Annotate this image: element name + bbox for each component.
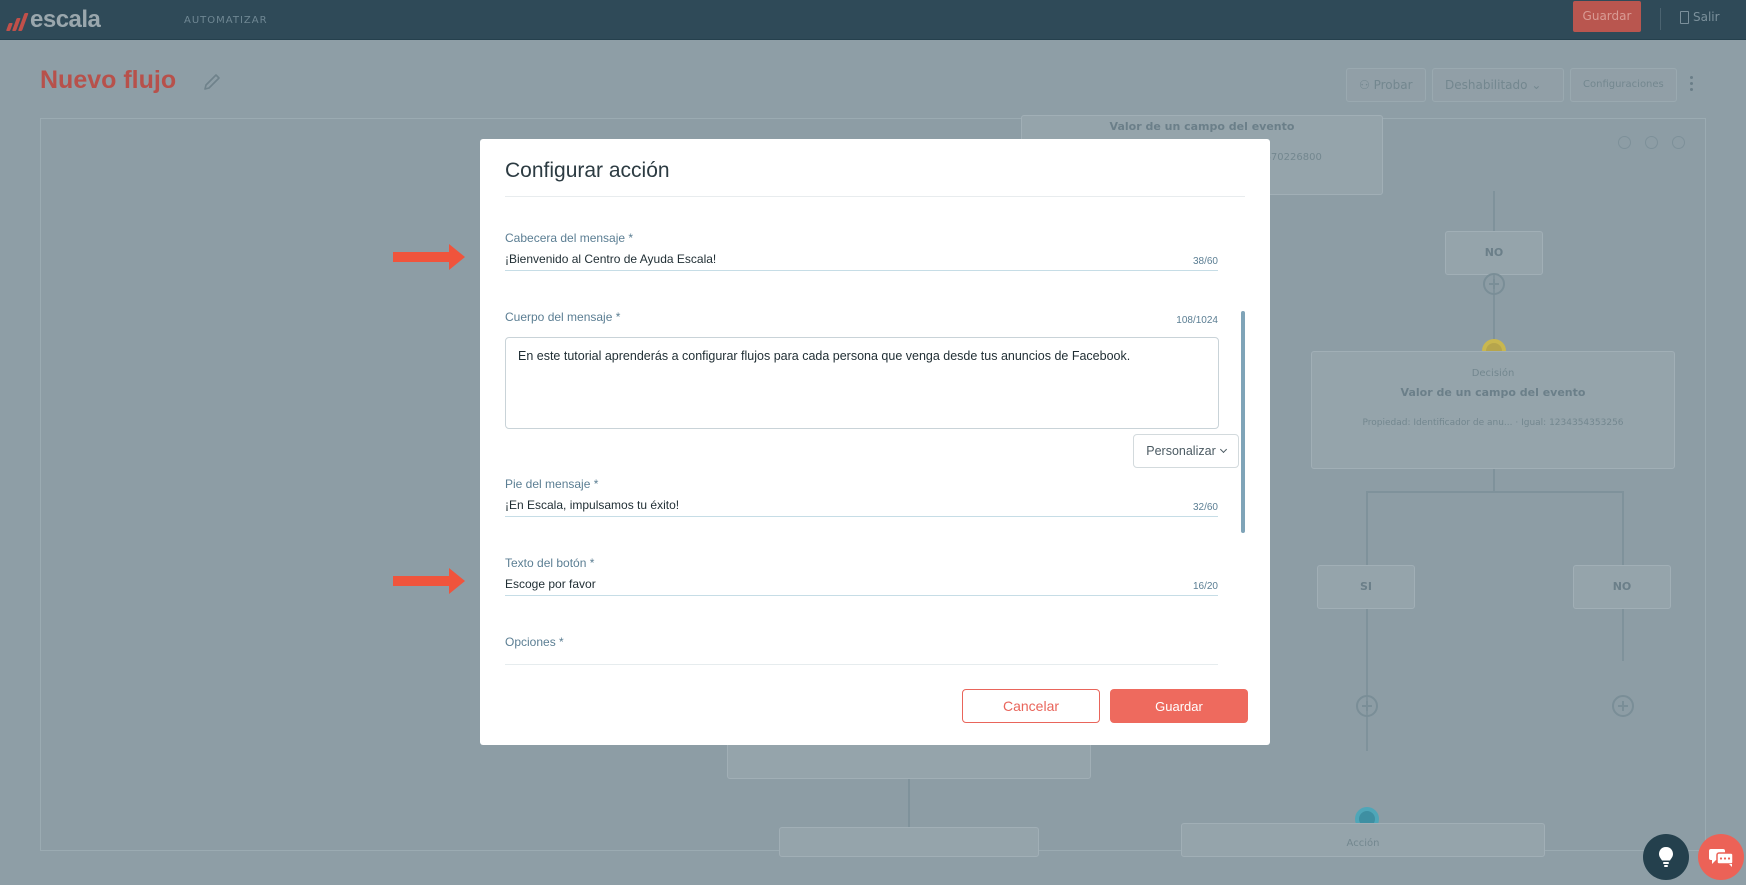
zoom-in-icon[interactable]: [1618, 136, 1631, 149]
node-title: Valor de un campo del evento: [1109, 120, 1295, 133]
wire: [1366, 491, 1624, 493]
button-text-input-underline: [505, 595, 1218, 596]
branch-label: NO: [1612, 580, 1632, 593]
add-step-icon[interactable]: [1483, 273, 1505, 295]
logo-text: escala: [30, 6, 101, 33]
page-title: Nuevo flujo: [40, 66, 177, 94]
add-step-icon[interactable]: [1356, 695, 1378, 717]
cancel-button[interactable]: Cancelar: [962, 689, 1100, 723]
footer-label-text: Pie del mensaje: [505, 477, 591, 491]
required-mark: *: [615, 310, 621, 324]
exit-button[interactable]: Salir: [1680, 10, 1720, 24]
decision-detail: Propiedad: Identificador de anu... · Igu…: [1362, 418, 1624, 428]
chat-icon: [1709, 849, 1734, 867]
required-mark: *: [559, 635, 564, 649]
action-node[interactable]: Acción: [1181, 823, 1545, 857]
required-mark: *: [589, 556, 595, 570]
lightbulb-icon: [1659, 847, 1673, 867]
zoom-out-icon[interactable]: [1645, 136, 1658, 149]
settings-label: Configuraciones: [1583, 79, 1664, 90]
button-text-label-text: Texto del botón: [505, 556, 587, 570]
header-char-count: 38/60: [1192, 256, 1218, 267]
top-save-button[interactable]: Guardar: [1573, 1, 1641, 32]
wire: [1493, 469, 1495, 491]
escala-logo[interactable]: escala: [5, 6, 101, 34]
decision-title: Valor de un campo del evento: [1400, 386, 1586, 399]
status-dropdown[interactable]: Deshabilitado ⌄: [1432, 68, 1564, 102]
body-field-label: Cuerpo del mensaje *: [505, 310, 620, 324]
required-mark: *: [628, 231, 634, 245]
header-field-label: Cabecera del mensaje *: [505, 231, 633, 245]
exit-label: Salir: [1693, 10, 1720, 24]
body-textarea[interactable]: En este tutorial aprenderás a configurar…: [505, 337, 1219, 429]
footer-input[interactable]: ¡En Escala, impulsamos tu éxito!: [505, 498, 679, 512]
button-text-input[interactable]: Escoge por favor: [505, 577, 596, 591]
tips-button[interactable]: [1643, 834, 1689, 880]
dialog-divider: [505, 196, 1245, 197]
more-options-icon[interactable]: [1690, 76, 1694, 94]
button-text-field-label: Texto del botón *: [505, 556, 594, 570]
fit-view-icon[interactable]: [1672, 136, 1685, 149]
topbar-divider: [1660, 8, 1661, 30]
required-mark: *: [593, 477, 599, 491]
branch-no-top[interactable]: NO: [1445, 231, 1543, 275]
header-label-text: Cabecera del mensaje: [505, 231, 626, 245]
decision-type: Decisión: [1471, 368, 1515, 379]
test-button[interactable]: ⚇ Probar: [1346, 68, 1426, 102]
branch-label: SI: [1359, 580, 1372, 593]
header-input[interactable]: ¡Bienvenido al Centro de Ayuda Escala!: [505, 252, 716, 266]
dialog-scrollbar[interactable]: [1241, 311, 1245, 533]
branch-label: NO: [1484, 246, 1504, 259]
settings-button[interactable]: Configuraciones: [1570, 68, 1677, 102]
test-label: Probar: [1373, 78, 1413, 92]
chevron-down-icon: ⌄: [1531, 78, 1542, 92]
flow-node-left-bottom[interactable]: [779, 827, 1039, 857]
dialog-title: Configurar acción: [505, 159, 670, 182]
top-navigation-bar: escala AUTOMATIZAR Guardar Salir: [0, 0, 1746, 40]
configure-action-dialog: Configurar acción Cabecera del mensaje *…: [480, 139, 1270, 745]
door-icon: [1680, 10, 1689, 24]
personalize-dropdown[interactable]: Personalizar: [1133, 434, 1239, 468]
arrow-right-icon: [393, 568, 465, 594]
body-char-count: 108/1024: [1176, 315, 1218, 326]
chevron-down-icon: [1219, 445, 1227, 454]
options-underline: [505, 664, 1218, 665]
add-step-icon[interactable]: [1612, 695, 1634, 717]
nav-section-label[interactable]: AUTOMATIZAR: [184, 15, 268, 26]
logo-bars-icon: [5, 9, 30, 31]
pencil-icon[interactable]: [202, 72, 222, 92]
branch-no[interactable]: NO: [1573, 565, 1671, 609]
branch-si[interactable]: SI: [1317, 565, 1415, 609]
decision-node[interactable]: Decisión Valor de un campo del evento Pr…: [1311, 351, 1675, 469]
button-text-char-count: 16/20: [1192, 581, 1218, 592]
options-field-label: Opciones *: [505, 635, 564, 649]
options-label-text: Opciones: [505, 635, 556, 649]
action-type: Acción: [1346, 838, 1380, 849]
chat-button[interactable]: [1698, 834, 1744, 880]
footer-input-underline: [505, 516, 1218, 517]
arrow-right-icon: [393, 244, 465, 270]
status-label: Deshabilitado: [1445, 78, 1528, 92]
body-label-text: Cuerpo del mensaje: [505, 310, 613, 324]
user-icon: ⚇: [1359, 78, 1374, 92]
flow-node-left[interactable]: [727, 739, 1091, 779]
footer-field-label: Pie del mensaje *: [505, 477, 598, 491]
personalize-label: Personalizar: [1146, 444, 1216, 458]
save-button[interactable]: Guardar: [1110, 689, 1248, 723]
canvas-tools: [1618, 136, 1685, 149]
wire: [908, 779, 910, 829]
footer-char-count: 32/60: [1192, 502, 1218, 513]
header-input-underline: [505, 270, 1218, 271]
